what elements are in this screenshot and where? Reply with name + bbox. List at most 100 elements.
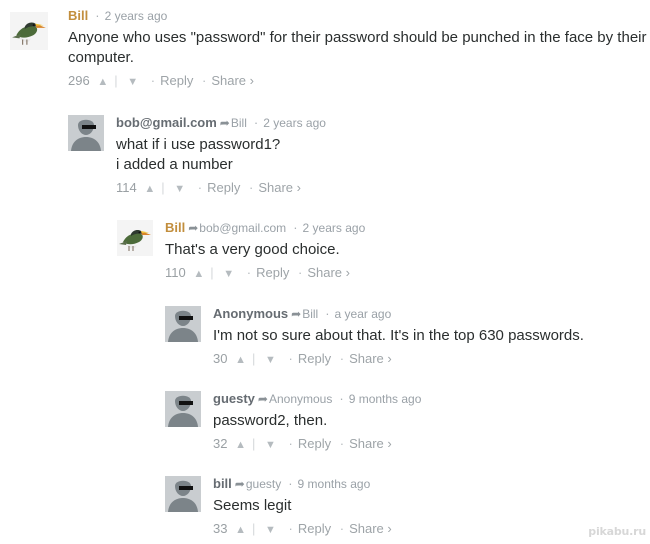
comment-actions: 32 ▲ | ▼ · Reply · Share ›: [213, 436, 421, 453]
comment-line: I'm not so sure about that. It's in the …: [213, 327, 584, 344]
comment-actions: 110 ▲ | ▼ · Reply · Share ›: [165, 265, 365, 282]
chevron-up-icon[interactable]: ▲: [231, 524, 250, 536]
reply-button[interactable]: Reply: [298, 436, 331, 451]
comment-text: That's a very good choice.: [165, 240, 365, 260]
dot-separator: ·: [197, 180, 203, 195]
comment-header: bill ➦guesty · 9 months ago: [213, 476, 392, 492]
chevron-down-icon[interactable]: ▼: [123, 76, 142, 88]
comment-line: Seems legit: [213, 497, 292, 514]
chevron-up-icon[interactable]: ▲: [93, 76, 112, 88]
divider: |: [210, 265, 214, 280]
chevron-up-icon[interactable]: ▲: [140, 183, 159, 195]
reply-arrow-icon: ➦: [234, 477, 245, 491]
author-name[interactable]: bill: [213, 476, 232, 491]
share-button[interactable]: Share ›: [349, 436, 392, 451]
comment-actions: 296 ▲ | ▼ · Reply · Share ›: [68, 73, 647, 90]
dot-separator: ·: [293, 220, 298, 235]
default-avatar[interactable]: [68, 115, 104, 151]
timestamp[interactable]: 9 months ago: [298, 477, 371, 491]
comment-line: Anyone who uses "password" for their pas…: [68, 29, 647, 46]
divider: |: [251, 351, 256, 366]
chevron-down-icon[interactable]: ▼: [261, 439, 280, 451]
chevron-up-icon[interactable]: ▲: [231, 354, 250, 366]
reply-arrow-icon: ➦: [257, 392, 268, 406]
author-name[interactable]: guesty: [213, 391, 255, 406]
default-avatar[interactable]: [165, 476, 201, 512]
dot-separator: ·: [339, 351, 345, 366]
reply-to-link[interactable]: Bill: [302, 307, 318, 321]
reply-button[interactable]: Reply: [298, 351, 331, 366]
comment-header: guesty ➦Anonymous · 9 months ago: [213, 391, 421, 407]
share-button[interactable]: Share ›: [349, 351, 392, 366]
reply-button[interactable]: Reply: [160, 73, 193, 88]
comment-line: what if i use password1?: [116, 136, 281, 153]
reply-to-link[interactable]: bob@gmail.com: [199, 221, 286, 235]
share-button[interactable]: Share ›: [307, 265, 350, 280]
dot-separator: ·: [253, 115, 259, 130]
dot-separator: ·: [339, 521, 345, 536]
dot-separator: ·: [288, 436, 293, 451]
reply-arrow-icon: ➦: [188, 221, 199, 235]
comment-line: computer.: [68, 49, 134, 66]
comment-line: That's a very good choice.: [165, 241, 340, 258]
divider: |: [161, 180, 165, 195]
vote-count: 296: [68, 73, 90, 88]
dot-separator: ·: [339, 436, 345, 451]
reply-to-link[interactable]: Bill: [231, 116, 247, 130]
dot-separator: ·: [95, 8, 100, 23]
dot-separator: ·: [246, 265, 252, 280]
comment-text: password2, then.: [213, 411, 421, 431]
dot-separator: ·: [288, 351, 293, 366]
divider: |: [251, 436, 256, 451]
vote-count: 110: [165, 265, 186, 280]
bird-avatar[interactable]: [117, 220, 153, 256]
comment-text: I'm not so sure about that. It's in the …: [213, 326, 584, 346]
timestamp[interactable]: 9 months ago: [349, 392, 422, 406]
timestamp[interactable]: 2 years ago: [105, 9, 168, 23]
watermark: pikabu.ru: [588, 525, 646, 538]
chevron-up-icon[interactable]: ▲: [231, 439, 250, 451]
timestamp[interactable]: a year ago: [335, 307, 392, 321]
default-avatar[interactable]: [165, 306, 201, 342]
share-button[interactable]: Share ›: [211, 73, 254, 88]
chevron-up-icon[interactable]: ▲: [189, 268, 208, 280]
dot-separator: ·: [249, 180, 254, 195]
dot-separator: ·: [150, 73, 156, 88]
author-name[interactable]: Anonymous: [213, 306, 288, 321]
reply-to-link[interactable]: Anonymous: [269, 392, 332, 406]
comment-header: Bill ➦bob@gmail.com · 2 years ago: [165, 220, 365, 236]
dot-separator: ·: [325, 306, 330, 321]
bird-avatar[interactable]: [10, 12, 48, 50]
comment-line: i added a number: [116, 156, 233, 173]
divider: |: [251, 521, 256, 536]
chevron-down-icon[interactable]: ▼: [219, 268, 238, 280]
dot-separator: ·: [288, 476, 293, 491]
chevron-down-icon[interactable]: ▼: [261, 354, 280, 366]
author-name[interactable]: Bill: [165, 220, 185, 235]
timestamp[interactable]: 2 years ago: [263, 116, 326, 130]
default-avatar[interactable]: [165, 391, 201, 427]
comment-text: what if i use password1? i added a numbe…: [116, 135, 326, 175]
reply-button[interactable]: Reply: [256, 265, 289, 280]
comment-header: bob@gmail.com ➦Bill · 2 years ago: [116, 115, 326, 131]
dot-separator: ·: [288, 521, 293, 536]
comment-actions: 33 ▲ | ▼ · Reply · Share ›: [213, 521, 392, 538]
reply-button[interactable]: Reply: [207, 180, 240, 195]
author-name[interactable]: Bill: [68, 8, 88, 23]
reply-to-link[interactable]: guesty: [246, 477, 281, 491]
reply-arrow-icon: ➦: [291, 307, 302, 321]
author-name[interactable]: bob@gmail.com: [116, 115, 217, 130]
share-button[interactable]: Share ›: [258, 180, 301, 195]
dot-separator: ·: [298, 265, 303, 280]
reply-arrow-icon: ➦: [219, 116, 230, 130]
timestamp[interactable]: 2 years ago: [303, 221, 366, 235]
chevron-down-icon[interactable]: ▼: [261, 524, 280, 536]
vote-count: 30: [213, 351, 228, 366]
divider: |: [114, 73, 118, 88]
reply-button[interactable]: Reply: [298, 521, 331, 536]
share-button[interactable]: Share ›: [349, 521, 392, 536]
chevron-down-icon[interactable]: ▼: [170, 183, 189, 195]
dot-separator: ·: [201, 73, 207, 88]
comment-actions: 114 ▲ | ▼ · Reply · Share ›: [116, 180, 326, 197]
comment-header: Bill · 2 years ago: [68, 8, 647, 24]
